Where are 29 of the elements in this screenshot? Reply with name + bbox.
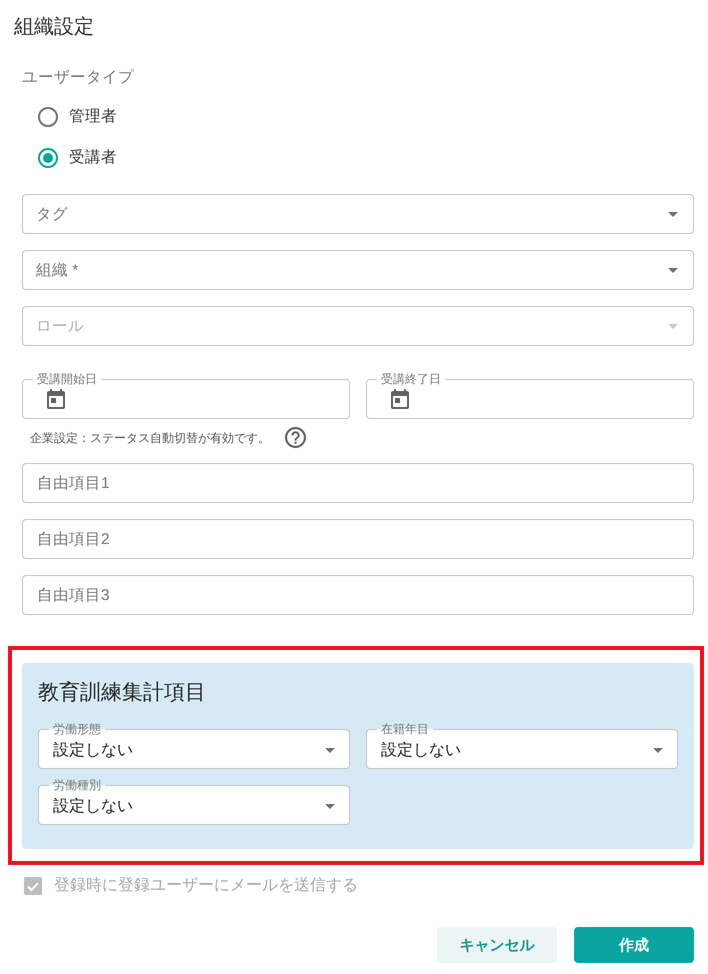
text-field[interactable]: 自由項目1 xyxy=(22,463,694,503)
dropdown-caret-icon xyxy=(668,212,678,216)
radio-icon[interactable] xyxy=(38,148,58,168)
help-icon[interactable] xyxy=(285,427,306,448)
cancel-button[interactable]: キャンセル xyxy=(437,927,557,963)
dropdown-caret-icon xyxy=(668,268,678,272)
date-field[interactable]: 受講開始日 xyxy=(22,372,350,419)
select-field[interactable]: 在籍年目 設定しない xyxy=(366,722,678,769)
dropdown-caret-icon xyxy=(325,804,335,808)
select-field[interactable]: 組織 * xyxy=(22,250,694,290)
date-field[interactable]: 受講終了日 xyxy=(366,372,694,419)
select-field[interactable]: 労働種別 設定しない xyxy=(38,778,350,825)
dropdown-caret-icon xyxy=(668,324,678,328)
section-title: 教育訓練集計項目 xyxy=(38,680,207,706)
calendar-icon[interactable] xyxy=(391,389,409,409)
dropdown-caret-icon xyxy=(325,748,335,752)
select-field[interactable]: タグ xyxy=(22,194,694,234)
text-field[interactable]: 自由項目2 xyxy=(22,519,694,559)
page-title: 組織設定 xyxy=(14,15,95,40)
hint-text: 企業設定：ステータス自動切替が有効です。 xyxy=(30,430,270,446)
text-field[interactable]: 自由項目3 xyxy=(22,575,694,615)
radio-option[interactable]: 受講者 xyxy=(22,137,117,178)
radio-icon[interactable] xyxy=(38,106,58,126)
dropdown-caret-icon xyxy=(653,748,663,752)
calendar-icon[interactable] xyxy=(47,389,65,409)
select-field[interactable]: 労働形態 設定しない xyxy=(38,722,350,769)
group-label: ユーザータイプ xyxy=(22,68,135,88)
create-button[interactable]: 作成 xyxy=(574,927,694,963)
radio-option[interactable]: 管理者 xyxy=(22,96,117,137)
